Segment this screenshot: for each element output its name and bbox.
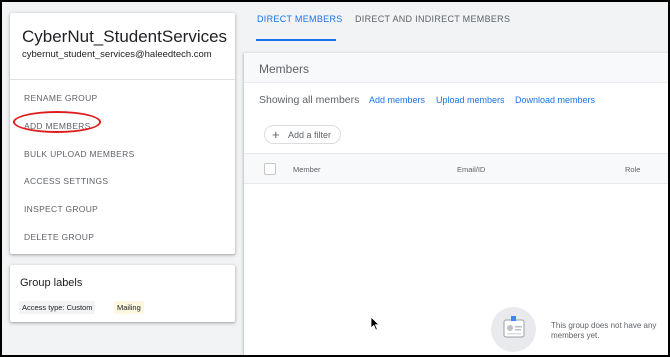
column-role[interactable]: Role [625, 165, 640, 174]
members-title: Members [259, 62, 310, 76]
member-tabs: DIRECT MEMBERS DIRECT AND INDIRECT MEMBE… [244, 0, 670, 44]
mailing-chip: Mailing [114, 301, 144, 314]
upload-members-link[interactable]: Upload members [436, 95, 505, 105]
group-email: cybernut_student_services@haleedtech.com [22, 49, 212, 60]
column-member[interactable]: Member [293, 165, 321, 174]
add-members-link[interactable]: Add members [369, 95, 425, 105]
tab-direct-and-indirect-members[interactable]: DIRECT AND INDIRECT MEMBERS [355, 14, 510, 24]
group-name: CyberNut_StudentServices [22, 27, 228, 46]
members-table-header: Member Email/ID Role [244, 153, 670, 184]
active-tab-indicator [256, 39, 336, 41]
access-settings-item[interactable]: ACCESS SETTINGS [10, 168, 235, 196]
members-area: DIRECT MEMBERS DIRECT AND INDIRECT MEMBE… [244, 0, 670, 357]
divider [10, 79, 235, 80]
inspect-group-item[interactable]: INSPECT GROUP [10, 196, 235, 224]
delete-group-item[interactable]: DELETE GROUP [10, 224, 235, 252]
empty-members-message: This group does not have any members yet… [551, 321, 657, 340]
select-all-checkbox[interactable] [264, 163, 276, 175]
column-email-id[interactable]: Email/ID [457, 165, 485, 174]
tab-direct-members[interactable]: DIRECT MEMBERS [257, 14, 343, 24]
add-members-item[interactable]: ADD MEMBERS [10, 113, 235, 141]
access-type-chip: Access type: Custom [19, 301, 96, 314]
mouse-cursor-icon [370, 316, 380, 331]
members-card: Members Showing all members Add members … [244, 53, 670, 357]
rename-group-item[interactable]: RENAME GROUP [10, 85, 235, 113]
group-labels-title: Group labels [20, 277, 83, 289]
plus-icon: + [272, 127, 280, 142]
bulk-upload-members-item[interactable]: BULK UPLOAD MEMBERS [10, 141, 235, 169]
empty-members-icon [491, 307, 536, 352]
group-info-card: CyberNut_StudentServices cybernut_studen… [10, 13, 235, 254]
group-actions-menu: RENAME GROUP ADD MEMBERS BULK UPLOAD MEM… [10, 85, 235, 252]
showing-all-members-label: Showing all members [259, 94, 360, 106]
download-members-link[interactable]: Download members [515, 95, 595, 105]
add-filter-label: Add a filter [288, 130, 332, 140]
members-header: Members [244, 53, 670, 83]
group-labels-card: Group labels Access type: Custom Mailing [10, 265, 235, 322]
add-filter-button[interactable]: + Add a filter [264, 125, 341, 144]
